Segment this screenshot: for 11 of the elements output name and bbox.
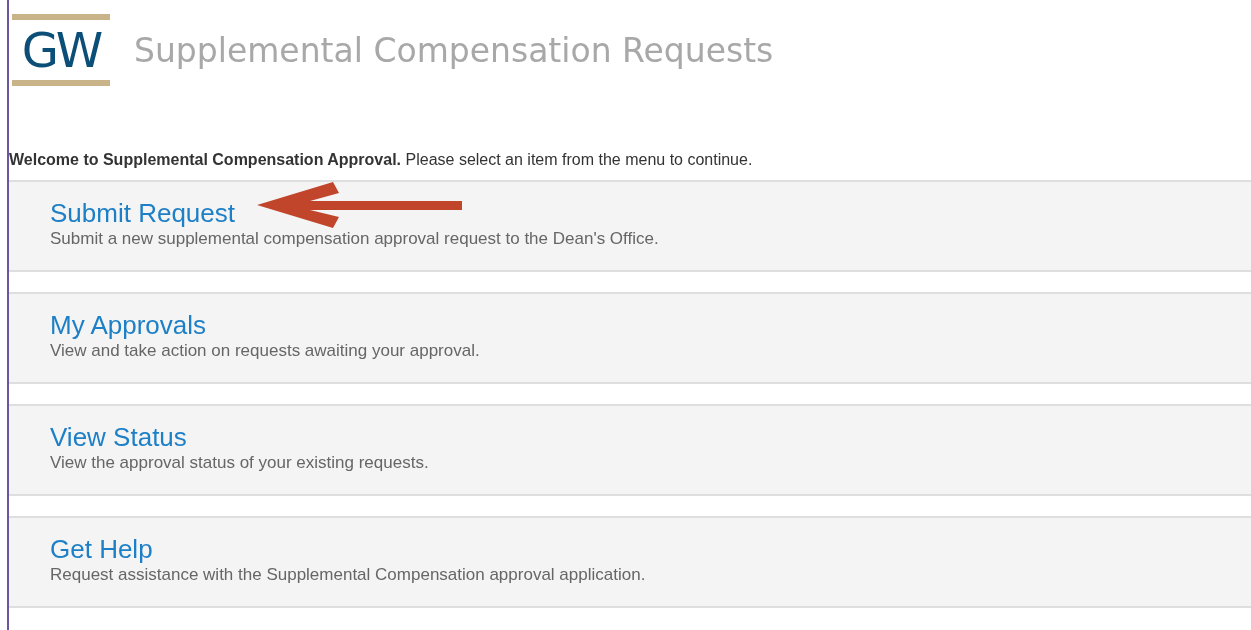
menu-link[interactable]: My Approvals [50, 310, 207, 340]
logo: GW [12, 14, 110, 86]
menu-description: View and take action on requests awaiting your approval. [50, 340, 480, 362]
welcome-message: Welcome to Supplemental Compensation Approval. Please select an item from the menu to continue. [9, 150, 754, 170]
menu-link[interactable]: Get Help [50, 534, 153, 564]
menu-link[interactable]: View Status [50, 422, 187, 452]
page-title: Supplemental Compensation Requests [134, 30, 774, 70]
menu-description: View the approval status of your existing requests. [50, 452, 429, 474]
menu-description: Submit a new supplemental compensation approval request to the Dean's Office. [50, 228, 659, 250]
menu-link[interactable]: Submit Request [50, 198, 235, 228]
menu-description: Request assistance with the Supplemental Compensation approval application. [50, 564, 646, 586]
